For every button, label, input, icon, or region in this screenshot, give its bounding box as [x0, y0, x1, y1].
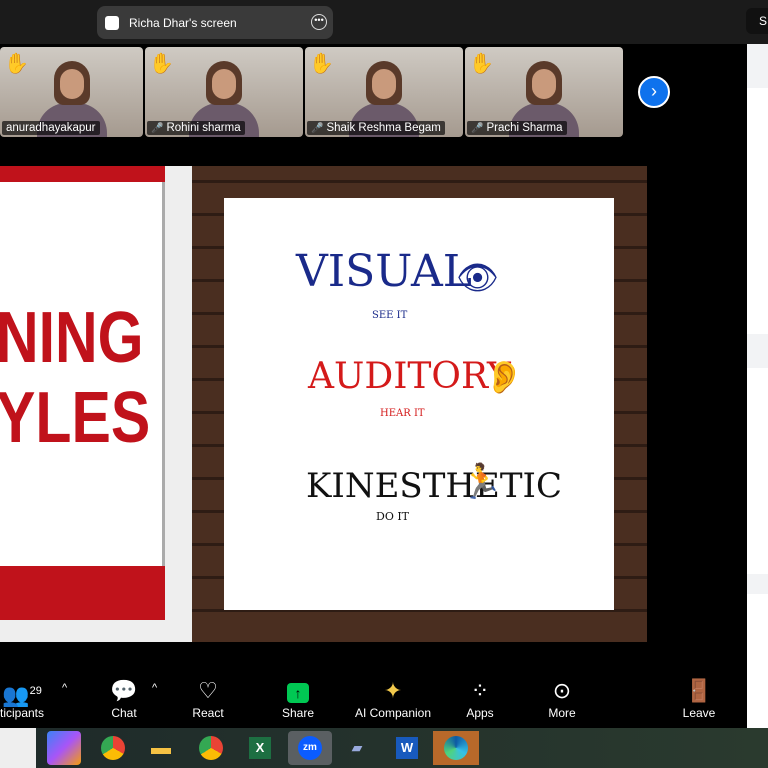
learning-styles-card: VISUAL SEE IT 👁 AUDITORY HEAR IT 👂 KINES… [224, 198, 614, 610]
auditory-sub: HEAR IT [380, 408, 425, 419]
react-button[interactable]: ♡ React [163, 678, 253, 720]
muted-mic-icon: 🎤 [151, 123, 164, 134]
muted-mic-icon: 🎤 [471, 123, 484, 134]
raised-hand-icon: ✋ [149, 53, 174, 75]
participants-button[interactable]: 👥29 ticipants [0, 678, 67, 720]
leave-icon: 🚪 [685, 678, 713, 703]
excel-icon[interactable]: X [249, 737, 271, 759]
share-label: Share [281, 706, 315, 720]
ai-label: AI Companion [354, 706, 432, 720]
leave-label: Leave [682, 706, 716, 720]
kinesthetic-sub: DO IT [376, 510, 410, 523]
slide-title-line: YLES [0, 378, 151, 458]
share-icon: ↑ [287, 683, 309, 703]
chrome-profile-icon[interactable] [199, 736, 223, 760]
visual-sub: SEE IT [372, 310, 408, 321]
slide-red-band [0, 566, 165, 620]
participants-icon: 👥 [2, 682, 30, 708]
participant-tile[interactable]: ✋ 🎤 Prachi Sharma [465, 47, 623, 137]
eye-icon: 👁 [456, 259, 500, 297]
file-explorer-icon[interactable]: ▬ [144, 731, 178, 765]
slide-red-band [0, 166, 165, 182]
copilot-icon[interactable] [47, 731, 81, 765]
zoom-icon[interactable]: zm [298, 736, 322, 760]
screen-share-title[interactable]: Richa Dhar's screen ••• [97, 6, 333, 39]
more-label: More [548, 706, 576, 720]
participant-name: Shaik Reshma Begam [326, 122, 441, 134]
running-figure-icon: 🏃 [460, 463, 503, 501]
meeting-toolbar: 👥29 ticipants ^ 💬 Chat ^ ♡ React ↑ Share ✦ AI… [0, 660, 747, 728]
more-button[interactable]: ⊙ More [517, 678, 607, 720]
participants-count: 29 [29, 685, 42, 697]
participant-name: Prachi Sharma [486, 122, 563, 134]
screen-title-text: Richa Dhar's screen [129, 15, 237, 30]
leave-button[interactable]: 🚪 Leave [654, 678, 744, 720]
apps-icon: ⁘ [470, 678, 490, 703]
next-page-button[interactable]: › [638, 76, 670, 108]
participants-caret-icon[interactable]: ^ [62, 682, 67, 694]
participant-name: anuradhayakapur [2, 121, 100, 135]
visual-word: VISUAL [296, 246, 473, 297]
participant-name: Rohini sharma [166, 122, 241, 134]
react-label: React [192, 706, 224, 720]
more-options-icon[interactable]: ••• [311, 14, 327, 30]
ear-icon: 👂 [484, 359, 524, 395]
kinesthetic-word: KINESTHETIC [306, 466, 562, 506]
raised-hand-icon: ✋ [4, 53, 29, 75]
apps-label: Apps [466, 706, 494, 720]
ai-companion-button[interactable]: ✦ AI Companion [348, 678, 438, 720]
taskbar-search[interactable] [0, 728, 36, 768]
top-right-button[interactable]: S [746, 8, 768, 34]
word-icon[interactable]: W [396, 737, 418, 759]
share-button[interactable]: ↑ Share [253, 678, 343, 720]
participants-label: ticipants [0, 706, 45, 720]
raised-hand-icon: ✋ [309, 53, 334, 75]
slide-title-line: NING [0, 298, 144, 378]
participant-tile[interactable]: ✋ 🎤 Rohini sharma [145, 47, 303, 137]
side-panel [747, 44, 768, 728]
participant-tile[interactable]: ✋ 🎤 Shaik Reshma Begam [305, 47, 463, 137]
apps-button[interactable]: ⁘ Apps [435, 678, 525, 720]
screen-icon [105, 15, 119, 30]
chrome-icon[interactable] [101, 736, 125, 760]
notepad-icon[interactable]: ▰ [340, 731, 374, 765]
muted-mic-icon: 🎤 [311, 123, 324, 134]
sparkle-icon: ✦ [383, 678, 403, 703]
more-icon: ⊙ [552, 678, 572, 703]
chat-label: Chat [111, 706, 137, 720]
slide-title-area: NING YLES [0, 182, 165, 566]
raised-hand-icon: ✋ [469, 53, 494, 75]
heart-icon: ♡ [198, 678, 218, 703]
participant-tile[interactable]: ✋ anuradhayakapur [0, 47, 143, 137]
chat-caret-icon[interactable]: ^ [152, 682, 157, 694]
edge-icon[interactable] [444, 736, 468, 760]
auditory-word: AUDITORY [308, 356, 511, 397]
